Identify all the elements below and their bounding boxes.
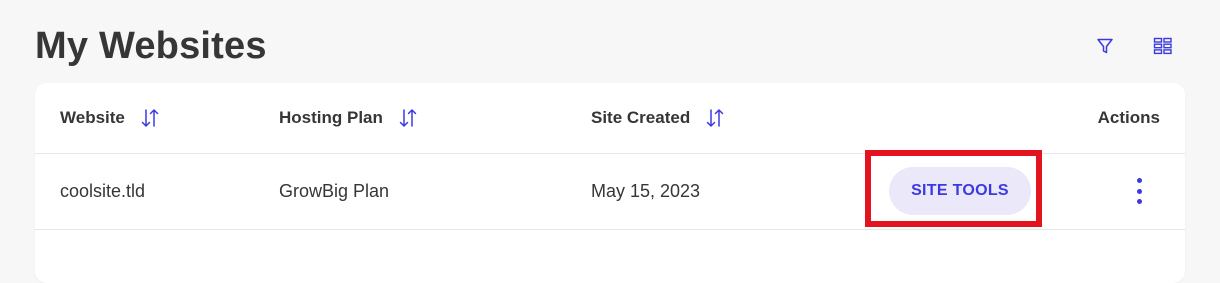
column-header-site-created[interactable]: Site Created bbox=[591, 105, 726, 131]
site-created-cell: May 15, 2023 bbox=[591, 181, 701, 201]
table-row: coolsite.tld GrowBig Plan May 15, 2023 S… bbox=[35, 150, 1185, 230]
column-header-hosting-plan[interactable]: Hosting Plan bbox=[279, 105, 419, 131]
site-tools-button[interactable]: SITE TOOLS bbox=[889, 167, 1031, 215]
sort-icon[interactable] bbox=[139, 107, 161, 129]
view-toggle-button[interactable] bbox=[1151, 34, 1175, 58]
kebab-menu-icon bbox=[1136, 199, 1142, 204]
sort-icon[interactable] bbox=[704, 107, 726, 129]
column-header-label: Hosting Plan bbox=[279, 108, 383, 127]
page-title: My Websites bbox=[35, 25, 267, 67]
more-actions-button[interactable] bbox=[1129, 178, 1149, 204]
column-header-label: Site Created bbox=[591, 108, 691, 127]
grid-view-icon bbox=[1153, 37, 1172, 55]
column-header-website[interactable]: Website bbox=[60, 105, 161, 131]
column-header-actions: Actions bbox=[1098, 105, 1160, 131]
kebab-menu-icon bbox=[1136, 188, 1142, 194]
hosting-plan-cell: GrowBig Plan bbox=[279, 181, 390, 201]
kebab-menu-icon bbox=[1136, 178, 1142, 183]
sort-icon[interactable] bbox=[397, 107, 419, 129]
table-header: Website Hosting Plan Site Created Action… bbox=[35, 83, 1185, 154]
column-header-label: Actions bbox=[1097, 108, 1160, 127]
websites-table: Website Hosting Plan Site Created Action… bbox=[35, 83, 1185, 283]
filter-button[interactable] bbox=[1093, 34, 1117, 58]
column-header-label: Website bbox=[60, 108, 125, 127]
website-cell[interactable]: coolsite.tld bbox=[60, 179, 145, 203]
filter-icon bbox=[1097, 38, 1113, 54]
